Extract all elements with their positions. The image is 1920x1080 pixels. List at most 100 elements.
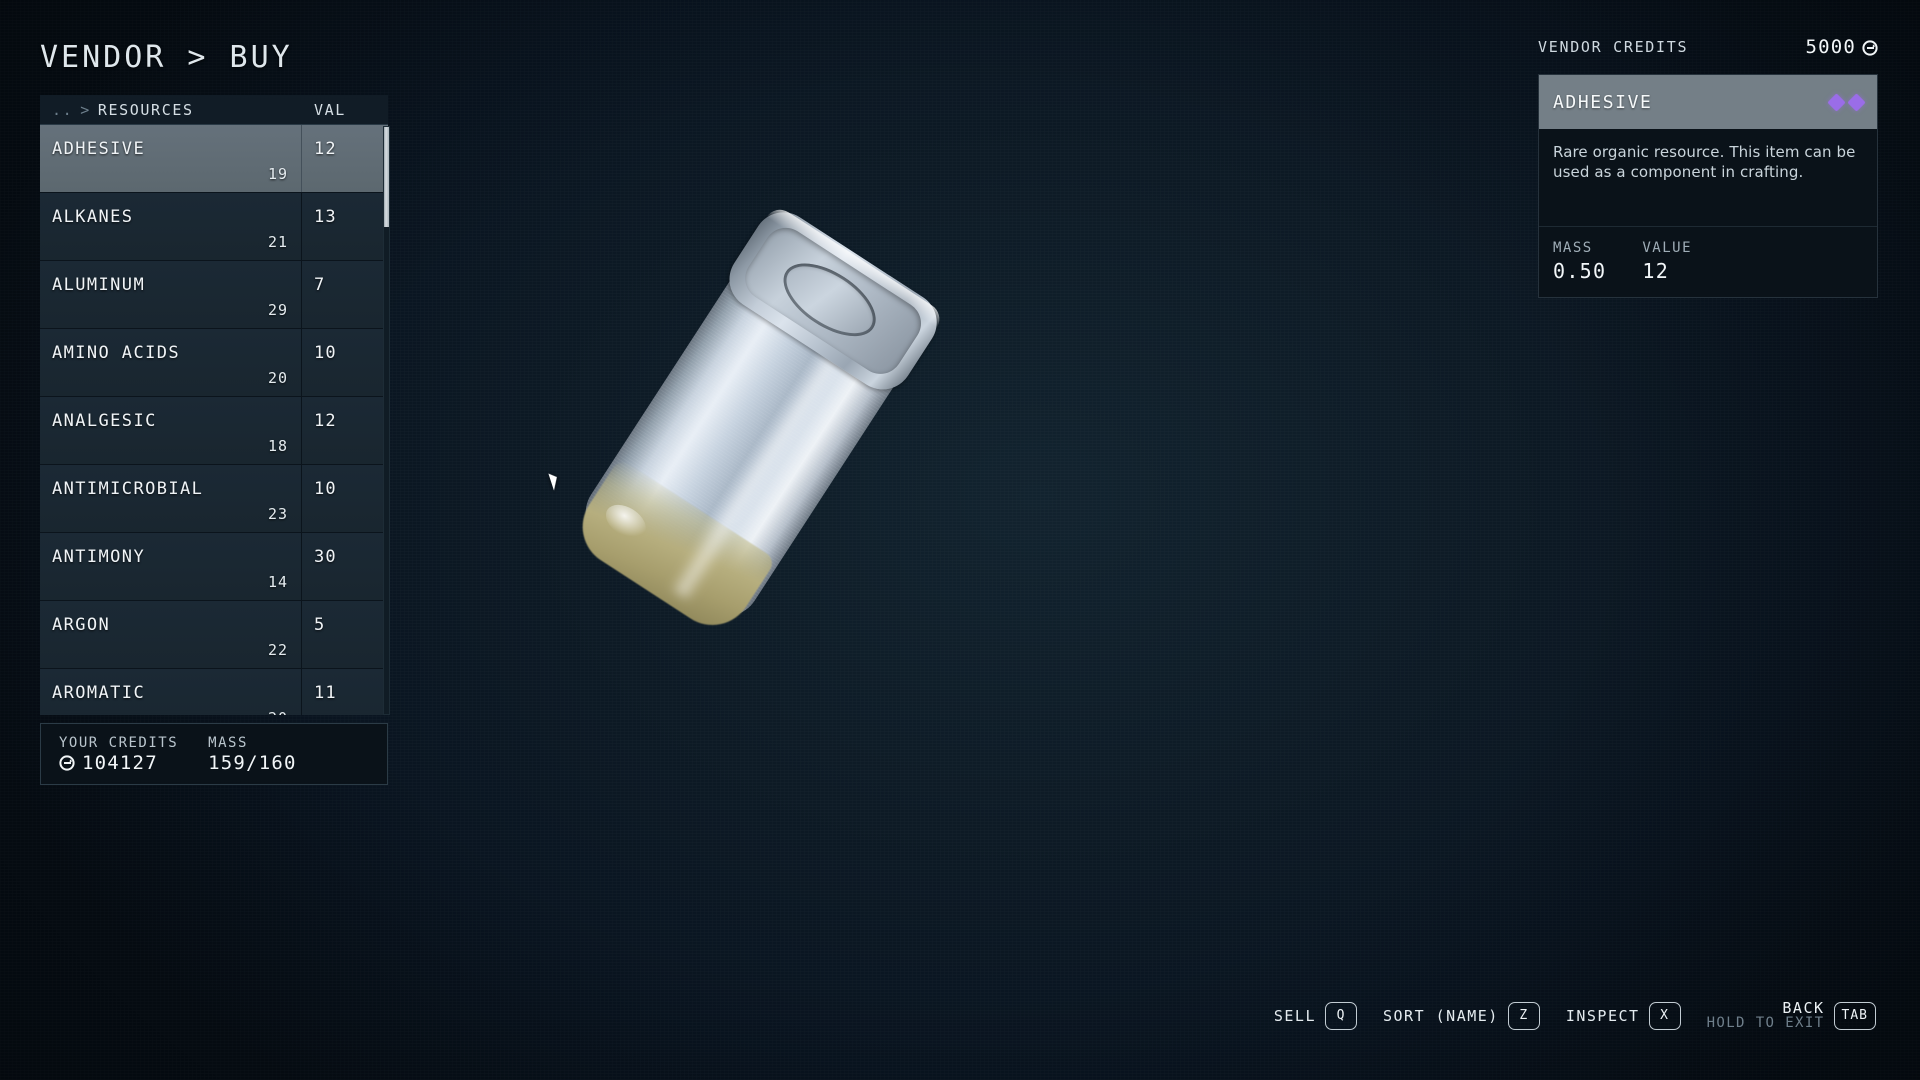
list-scrollbar-thumb[interactable]: [384, 127, 389, 227]
row-quantity: 20: [267, 369, 288, 387]
action-bar: SELL Q SORT (NAME) Z INSPECT X BACK HOLD TO EXI…: [1273, 998, 1876, 1032]
player-credits-block: YOUR CREDITS 104127: [41, 734, 178, 775]
page-title: VENDOR > BUY: [40, 40, 293, 75]
credit-icon: [59, 755, 75, 772]
row-name-cell[interactable]: ADHESIVE 19: [40, 125, 302, 192]
player-credits-value-row: 104127: [59, 752, 178, 775]
resource-list-rows[interactable]: ADHESIVE 19 12 ALKANES 21 13 ALUMINUM 29 7 AMINO …: [40, 125, 388, 715]
player-mass-block: MASS 159/160: [178, 734, 296, 775]
table-row[interactable]: AMINO ACIDS 20 10: [40, 329, 388, 397]
item-description-area: Rare organic resource. This item can be …: [1539, 129, 1877, 227]
action-label: SELL: [1273, 1006, 1316, 1025]
row-value: 10: [314, 479, 337, 499]
row-value: 12: [314, 139, 337, 159]
item-detail-header: ADHESIVE: [1539, 75, 1877, 129]
row-value: 5: [314, 615, 326, 635]
table-row[interactable]: ADHESIVE 19 12: [40, 125, 388, 193]
table-row[interactable]: ANALGESIC 18 12: [40, 397, 388, 465]
item-mass-value: 0.50: [1553, 258, 1607, 283]
keycap[interactable]: X: [1648, 1001, 1681, 1030]
player-mass-label: MASS: [208, 734, 248, 751]
row-resource-name: ANTIMICROBIAL: [52, 479, 204, 499]
action-sell[interactable]: SELL Q: [1273, 1001, 1357, 1030]
list-scrollbar[interactable]: [383, 126, 390, 715]
breadcrumb[interactable]: .. > RESOURCES: [40, 101, 302, 119]
row-value-cell: 11: [302, 669, 388, 715]
item-description: Rare organic resource. This item can be …: [1553, 143, 1856, 181]
table-row[interactable]: ANTIMONY 14 30: [40, 533, 388, 601]
item-name: ADHESIVE: [1553, 91, 1653, 113]
item-value-stat: VALUE 12: [1642, 239, 1692, 283]
table-row[interactable]: ALKANES 21 13: [40, 193, 388, 261]
breadcrumb-separator-icon: >: [80, 100, 91, 119]
item-3d-preview: [560, 150, 1140, 710]
row-value-cell: 7: [302, 261, 388, 328]
row-resource-name: AROMATIC: [52, 683, 146, 703]
back-secondary-label: HOLD TO EXIT: [1706, 1015, 1825, 1032]
row-quantity: 22: [267, 641, 288, 659]
item-mass-stat: MASS 0.50: [1553, 239, 1606, 283]
row-name-cell[interactable]: AROMATIC 20: [40, 669, 302, 715]
row-value-cell: 12: [302, 125, 388, 192]
row-value: 11: [314, 683, 337, 703]
row-quantity: 14: [267, 573, 288, 591]
row-name-cell[interactable]: ANTIMONY 14: [40, 533, 302, 600]
player-credits-label: YOUR CREDITS: [59, 734, 179, 751]
back-labels: BACK HOLD TO EXIT: [1706, 998, 1825, 1032]
item-value-value: 12: [1642, 258, 1670, 283]
row-name-cell[interactable]: ALKANES 21: [40, 193, 302, 260]
credit-icon: [1862, 39, 1878, 56]
action-label: SORT (NAME): [1383, 1006, 1499, 1025]
item-detail-card: ADHESIVE Rare organic resource. This ite…: [1538, 74, 1878, 298]
rarity-pip-icon: [1847, 92, 1866, 112]
column-header-value[interactable]: VAL: [302, 101, 388, 119]
keycap[interactable]: TAB: [1833, 1001, 1876, 1030]
vendor-credits-label: VENDOR CREDITS: [1538, 38, 1689, 56]
row-quantity: 29: [267, 301, 288, 319]
row-name-cell[interactable]: ANTIMICROBIAL 23: [40, 465, 302, 532]
table-row[interactable]: ANTIMICROBIAL 23 10: [40, 465, 388, 533]
row-value-cell: 12: [302, 397, 388, 464]
item-mass-label: MASS: [1553, 240, 1593, 256]
action-sort-name[interactable]: SORT (NAME) Z: [1383, 1001, 1540, 1030]
row-value: 10: [314, 343, 337, 363]
table-row[interactable]: ARGON 22 5: [40, 601, 388, 669]
row-resource-name: ADHESIVE: [52, 139, 146, 159]
row-value-cell: 5: [302, 601, 388, 668]
row-name-cell[interactable]: AMINO ACIDS 20: [40, 329, 302, 396]
table-row[interactable]: AROMATIC 20 11: [40, 669, 388, 715]
row-value: 30: [314, 547, 337, 567]
item-value-label: VALUE: [1642, 240, 1693, 256]
back-primary-label: BACK: [1782, 998, 1825, 1017]
vendor-credits-amount-row: 5000: [1805, 36, 1878, 58]
row-name-cell[interactable]: ANALGESIC 18: [40, 397, 302, 464]
breadcrumb-parent[interactable]: ..: [52, 101, 73, 119]
vendor-credits-amount: 5000: [1805, 36, 1856, 58]
row-value-cell: 13: [302, 193, 388, 260]
action-inspect[interactable]: INSPECT X: [1566, 1001, 1681, 1030]
player-status-panel: YOUR CREDITS 104127 MASS 159/160: [40, 723, 388, 785]
row-resource-name: ARGON: [52, 615, 111, 635]
row-resource-name: AMINO ACIDS: [52, 343, 180, 363]
row-quantity: 23: [267, 505, 288, 523]
resource-list-panel: .. > RESOURCES VAL ADHESIVE 19 12 ALKANES 21…: [40, 95, 388, 715]
row-value-cell: 10: [302, 465, 388, 532]
row-resource-name: ALKANES: [52, 207, 134, 227]
row-name-cell[interactable]: ARGON 22: [40, 601, 302, 668]
table-row[interactable]: ALUMINUM 29 7: [40, 261, 388, 329]
row-value: 12: [314, 411, 337, 431]
row-value-cell: 30: [302, 533, 388, 600]
player-mass-value: 159/160: [208, 751, 297, 774]
vendor-credits-bar: VENDOR CREDITS 5000: [1538, 36, 1878, 58]
row-value-cell: 10: [302, 329, 388, 396]
row-resource-name: ANALGESIC: [52, 411, 157, 431]
keycap[interactable]: Z: [1507, 1001, 1540, 1030]
action-back[interactable]: BACK HOLD TO EXIT TAB: [1706, 998, 1876, 1032]
rarity-pip-icon: [1827, 92, 1846, 112]
row-name-cell[interactable]: ALUMINUM 29: [40, 261, 302, 328]
item-stats: MASS 0.50 VALUE 12: [1539, 227, 1877, 297]
keycap[interactable]: Q: [1325, 1001, 1357, 1030]
row-quantity: 18: [267, 437, 288, 455]
row-resource-name: ALUMINUM: [52, 275, 146, 295]
row-quantity: 21: [267, 233, 288, 251]
